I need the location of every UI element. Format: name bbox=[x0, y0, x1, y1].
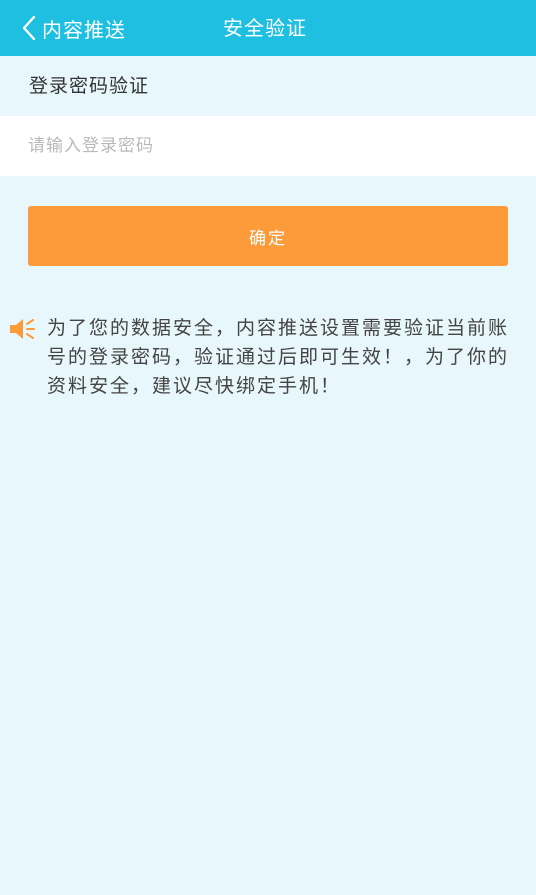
app-header: 内容推送 安全验证 bbox=[0, 0, 536, 56]
chevron-left-icon bbox=[22, 15, 36, 41]
page-title: 安全验证 bbox=[223, 16, 307, 40]
back-button[interactable]: 内容推送 bbox=[22, 0, 126, 56]
speaker-icon bbox=[10, 319, 35, 339]
security-notice: 为了您的数据安全，内容推送设置需要验证当前账号的登录密码，验证通过后即可生效！，… bbox=[0, 314, 536, 401]
section-label: 登录密码验证 bbox=[0, 56, 536, 116]
back-label: 内容推送 bbox=[42, 17, 126, 42]
confirm-button[interactable]: 确定 bbox=[28, 206, 508, 266]
password-input-row bbox=[0, 116, 536, 176]
notice-text: 为了您的数据安全，内容推送设置需要验证当前账号的登录密码，验证通过后即可生效！，… bbox=[47, 317, 510, 397]
password-input[interactable] bbox=[0, 116, 536, 176]
